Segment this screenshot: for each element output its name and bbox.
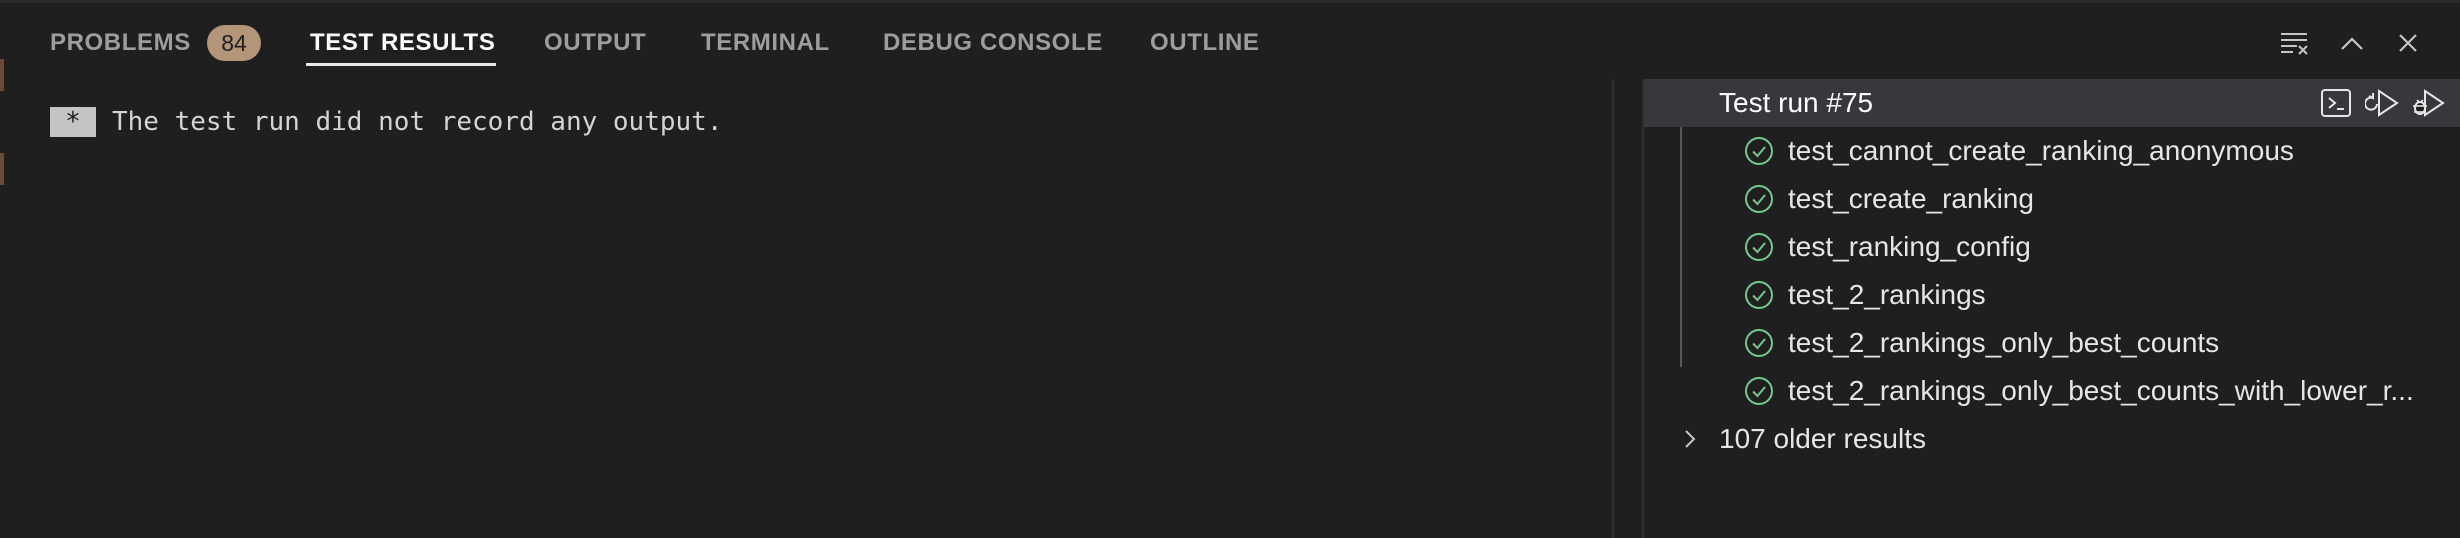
test-row[interactable]: test_2_rankings_only_best_counts_with_lo… xyxy=(1644,367,2460,415)
tab-outline[interactable]: OUTLINE xyxy=(1150,25,1260,61)
test-name: test_ranking_config xyxy=(1788,231,2031,262)
chevron-right-icon[interactable] xyxy=(1678,427,1702,451)
test-results-panel: PROBLEMS 84 TEST RESULTS OUTPUT TERMINAL… xyxy=(0,0,2460,538)
older-results-row[interactable]: 107 older results xyxy=(1644,415,2460,463)
older-results-label: 107 older results xyxy=(1719,423,1927,454)
test-run-row[interactable]: Test run #75 xyxy=(1644,79,2460,127)
output-marker: * xyxy=(50,107,96,137)
pass-check-icon xyxy=(1745,281,1773,309)
test-name: test_2_rankings_only_best_counts xyxy=(1788,327,2220,358)
pass-check-icon xyxy=(1745,329,1773,357)
rerun-icon[interactable] xyxy=(2364,85,2400,121)
tab-output[interactable]: OUTPUT xyxy=(544,25,646,61)
pass-check-icon xyxy=(1745,233,1773,261)
pass-check-icon xyxy=(1745,377,1773,405)
active-tab-indicator xyxy=(306,63,496,66)
maximize-panel-icon[interactable] xyxy=(2334,25,2370,61)
tab-debug-console[interactable]: DEBUG CONSOLE xyxy=(883,25,1103,61)
test-name: test_create_ranking xyxy=(1788,183,2034,214)
test-row[interactable]: test_cannot_create_ranking_anonymous xyxy=(1644,127,2460,175)
test-name: test_cannot_create_ranking_anonymous xyxy=(1788,135,2294,166)
pass-check-icon xyxy=(1745,137,1773,165)
clear-results-icon[interactable] xyxy=(2276,25,2312,61)
test-row[interactable]: test_2_rankings xyxy=(1644,271,2460,319)
test-name: test_2_rankings_only_best_counts_with_lo… xyxy=(1788,375,2414,406)
left-accent-bar xyxy=(0,153,4,185)
panel-tab-bar: PROBLEMS 84 TEST RESULTS OUTPUT TERMINAL… xyxy=(0,3,2460,75)
test-run-actions xyxy=(2318,85,2446,121)
output-message: The test run did not record any output. xyxy=(112,107,723,137)
test-row[interactable]: test_ranking_config xyxy=(1644,223,2460,271)
problems-count-badge: 84 xyxy=(207,25,261,61)
test-run-label: Test run #75 xyxy=(1719,87,1874,118)
output-message-line: * The test run did not record any output… xyxy=(50,107,722,137)
test-name: test_2_rankings xyxy=(1788,279,1986,310)
tab-terminal[interactable]: TERMINAL xyxy=(701,25,830,61)
tab-problems[interactable]: PROBLEMS xyxy=(50,25,191,61)
test-row[interactable]: test_create_ranking xyxy=(1644,175,2460,223)
pass-check-icon xyxy=(1745,185,1773,213)
test-row[interactable]: test_2_rankings_only_best_counts xyxy=(1644,319,2460,367)
close-panel-icon[interactable] xyxy=(2390,25,2426,61)
tab-test-results[interactable]: TEST RESULTS xyxy=(310,25,495,61)
debug-rerun-icon[interactable] xyxy=(2410,85,2446,121)
panel-divider[interactable] xyxy=(1612,79,1614,538)
open-terminal-icon[interactable] xyxy=(2318,85,2354,121)
test-results-tree: Test run #75 test_cannot_create_ranking_… xyxy=(1642,79,2460,538)
